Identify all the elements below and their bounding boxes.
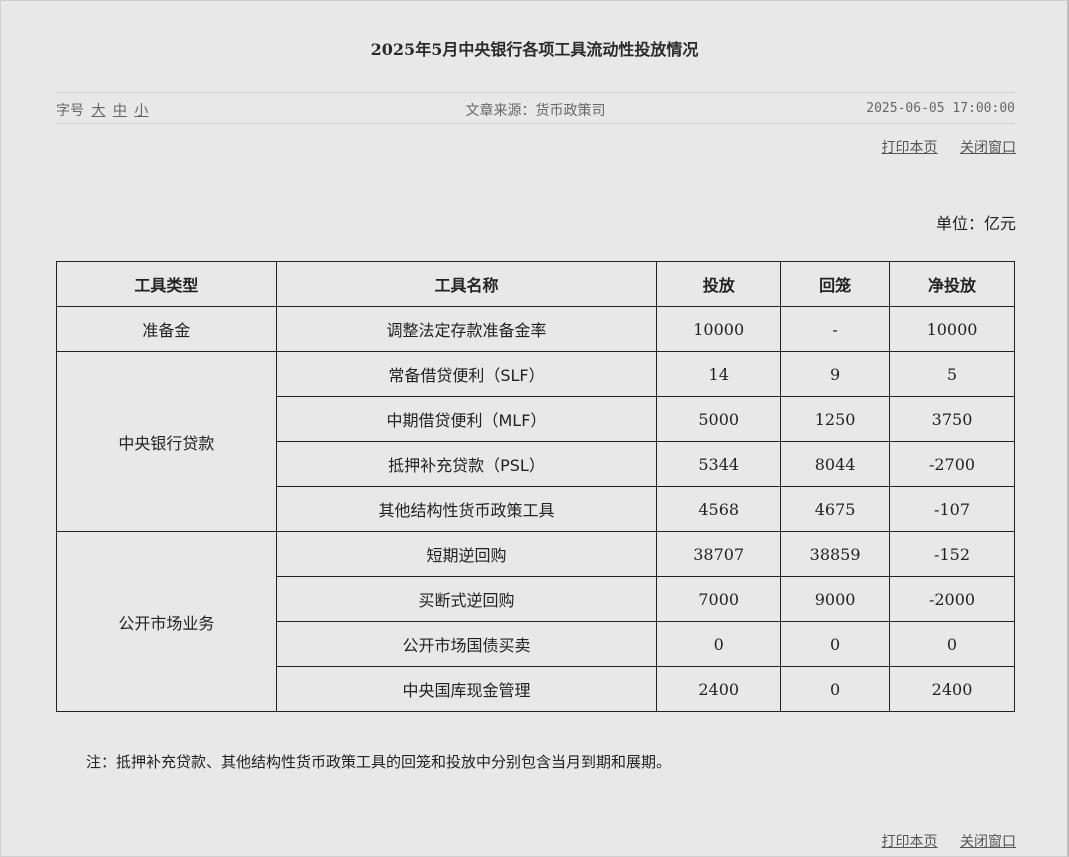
tool-name-cell: 中期借贷便利（MLF） (275, 396, 658, 442)
net-cell: -2700 (889, 441, 1015, 487)
release-cell: 4568 (656, 486, 782, 532)
article-meta-bar: 字号 大 中 小 文章来源：货币政策司 2025-06-05 17:00:00 (56, 92, 1015, 124)
net-cell: -152 (889, 531, 1015, 577)
release-cell: 2400 (656, 666, 782, 712)
publish-date: 2025-06-05 17:00:00 (866, 101, 1015, 116)
tool-name-cell: 其他结构性货币政策工具 (275, 486, 658, 532)
tool-name-cell: 抵押补充贷款（PSL） (275, 441, 658, 487)
tool-name-cell: 中央国库现金管理 (275, 666, 658, 712)
net-cell: -2000 (889, 576, 1015, 622)
net-cell: 5 (889, 351, 1015, 397)
page-title: 2025年5月中央银行各项工具流动性投放情况 (370, 40, 699, 59)
release-cell: 5344 (656, 441, 782, 487)
header-release: 投放 (656, 261, 782, 307)
net-cell: 3750 (889, 396, 1015, 442)
withdraw-cell: 4675 (780, 486, 891, 532)
category-cell: 公开市场业务 (56, 531, 277, 712)
unit-label: 单位：亿元 (935, 214, 1016, 233)
withdraw-cell: 0 (780, 666, 891, 712)
tool-name-cell: 常备借贷便利（SLF） (275, 351, 658, 397)
table-header-row: 工具类型 工具名称 投放 回笼 净投放 (56, 261, 1015, 307)
print-page-link[interactable]: 打印本页 (882, 140, 938, 156)
withdraw-cell: 0 (780, 621, 891, 667)
withdraw-cell: 9000 (780, 576, 891, 622)
release-cell: 0 (656, 621, 782, 667)
header-withdraw: 回笼 (780, 261, 891, 307)
header-net-release: 净投放 (889, 261, 1015, 307)
close-window-link[interactable]: 关闭窗口 (960, 140, 1016, 156)
tool-name-cell: 调整法定存款准备金率 (275, 306, 658, 352)
net-cell: 2400 (889, 666, 1015, 712)
liquidity-table: 工具类型 工具名称 投放 回笼 净投放 准备金 调整法定存款准备金率 10000… (56, 261, 1015, 712)
net-cell: 10000 (889, 306, 1015, 352)
table-row: 公开市场业务 短期逆回购 38707 38859 -152 (56, 531, 1015, 712)
release-cell: 38707 (656, 531, 782, 577)
release-cell: 7000 (656, 576, 782, 622)
withdraw-cell: 8044 (780, 441, 891, 487)
category-cell: 准备金 (56, 306, 277, 352)
release-cell: 10000 (656, 306, 782, 352)
bottom-links: 打印本页 关闭窗口 (864, 831, 1016, 851)
tool-name-cell: 买断式逆回购 (275, 576, 658, 622)
net-cell: 0 (889, 621, 1015, 667)
withdraw-cell: 1250 (780, 396, 891, 442)
withdraw-cell: 9 (780, 351, 891, 397)
footnote: 注：抵押补充贷款、其他结构性货币政策工具的回笼和投放中分别包含当月到期和展期。 (86, 753, 672, 771)
withdraw-cell: - (780, 306, 891, 352)
top-links: 打印本页 关闭窗口 (864, 137, 1016, 157)
tool-name-cell: 短期逆回购 (275, 531, 658, 577)
release-cell: 14 (656, 351, 782, 397)
net-cell: -107 (889, 486, 1015, 532)
header-tool-type: 工具类型 (56, 261, 277, 307)
withdraw-cell: 38859 (780, 531, 891, 577)
table-row: 中央银行贷款 常备借贷便利（SLF） 14 9 5 (56, 351, 1015, 532)
table-row: 准备金 调整法定存款准备金率 10000 - 10000 (56, 306, 1015, 352)
print-page-link[interactable]: 打印本页 (882, 834, 938, 850)
tool-name-cell: 公开市场国债买卖 (275, 621, 658, 667)
category-cell: 中央银行贷款 (56, 351, 277, 532)
header-tool-name: 工具名称 (275, 261, 658, 307)
close-window-link[interactable]: 关闭窗口 (960, 834, 1016, 850)
release-cell: 5000 (656, 396, 782, 442)
